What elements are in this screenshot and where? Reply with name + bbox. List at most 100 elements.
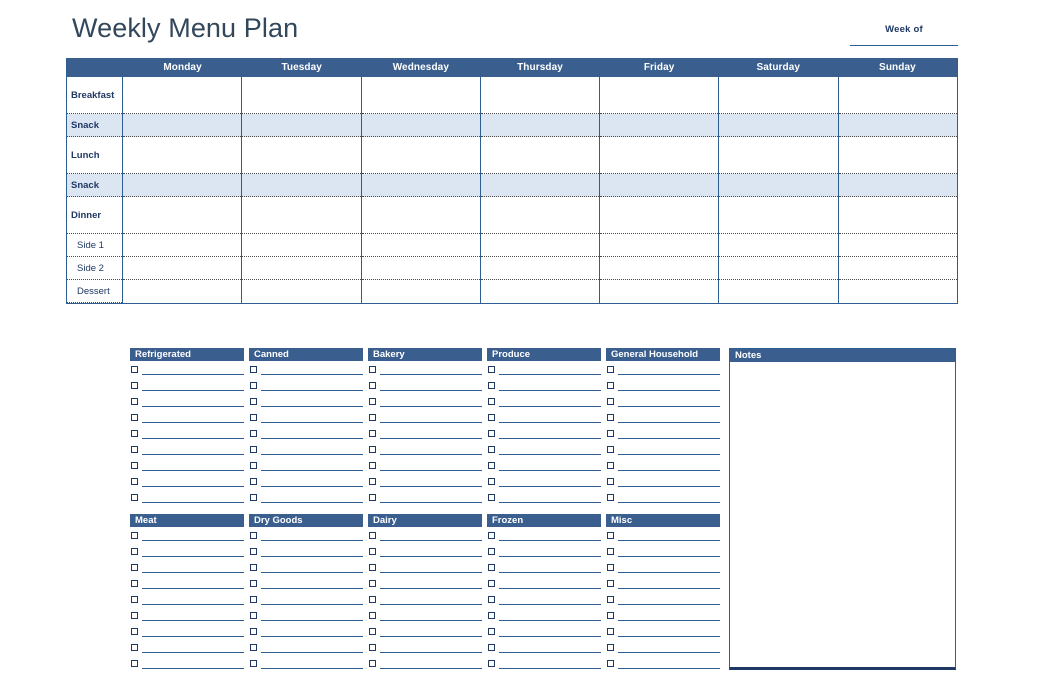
checkbox-icon[interactable] [369,659,376,667]
menu-cell-monday-side-2-6[interactable] [123,257,242,280]
grocery-item-input[interactable] [499,593,601,605]
checkbox-icon[interactable] [488,547,495,555]
grocery-item-input[interactable] [380,625,482,637]
checkbox-icon[interactable] [131,611,138,619]
menu-cell-tuesday-snack-1[interactable] [242,114,361,137]
menu-cell-saturday-dessert-7[interactable] [719,280,837,303]
checkbox-icon[interactable] [369,579,376,587]
menu-cell-wednesday-side-1-5[interactable] [361,234,480,257]
checkbox-icon[interactable] [488,413,495,421]
grocery-item-input[interactable] [261,657,363,669]
checkbox-icon[interactable] [488,365,495,373]
grocery-item-input[interactable] [380,577,482,589]
checkbox-icon[interactable] [607,493,614,501]
menu-cell-monday-side-1-5[interactable] [123,234,242,257]
checkbox-icon[interactable] [131,627,138,635]
checkbox-icon[interactable] [369,477,376,485]
checkbox-icon[interactable] [250,477,257,485]
grocery-item-input[interactable] [499,529,601,541]
menu-cell-sunday-side-2-6[interactable] [838,257,957,280]
menu-cell-wednesday-snack-3[interactable] [361,174,480,197]
checkbox-icon[interactable] [369,365,376,373]
grocery-item-input[interactable] [499,657,601,669]
checkbox-icon[interactable] [369,547,376,555]
grocery-item-input[interactable] [380,593,482,605]
checkbox-icon[interactable] [607,365,614,373]
checkbox-icon[interactable] [131,397,138,405]
grocery-item-input[interactable] [261,593,363,605]
menu-cell-thursday-snack-1[interactable] [480,114,600,137]
grocery-item-input[interactable] [261,561,363,573]
menu-cell-tuesday-snack-3[interactable] [242,174,361,197]
grocery-item-input[interactable] [380,545,482,557]
checkbox-icon[interactable] [369,445,376,453]
checkbox-icon[interactable] [488,493,495,501]
menu-cell-sunday-snack-1[interactable] [838,114,957,137]
checkbox-icon[interactable] [131,563,138,571]
grocery-item-input[interactable] [142,395,244,407]
grocery-item-input[interactable] [142,379,244,391]
menu-cell-thursday-side-2-6[interactable] [480,257,600,280]
checkbox-icon[interactable] [131,643,138,651]
menu-cell-saturday-side-2-6[interactable] [719,257,838,280]
grocery-item-input[interactable] [380,641,482,653]
grocery-item-input[interactable] [618,475,720,487]
menu-cell-friday-snack-3[interactable] [600,174,719,197]
menu-cell-monday-snack-1[interactable] [123,114,242,137]
checkbox-icon[interactable] [131,413,138,421]
checkbox-icon[interactable] [369,413,376,421]
checkbox-icon[interactable] [250,381,257,389]
grocery-item-input[interactable] [618,561,720,573]
notes-textarea[interactable] [730,362,955,665]
menu-cell-tuesday-breakfast-0[interactable] [242,77,361,114]
grocery-item-input[interactable] [618,609,720,621]
grocery-item-input[interactable] [499,545,601,557]
grocery-item-input[interactable] [142,363,244,375]
menu-cell-sunday-dessert-7[interactable] [839,280,957,303]
grocery-item-input[interactable] [142,475,244,487]
grocery-item-input[interactable] [499,475,601,487]
checkbox-icon[interactable] [131,445,138,453]
grocery-item-input[interactable] [142,491,244,503]
checkbox-icon[interactable] [607,547,614,555]
menu-cell-monday-lunch-2[interactable] [123,137,242,174]
checkbox-icon[interactable] [250,429,257,437]
grocery-item-input[interactable] [142,609,244,621]
checkbox-icon[interactable] [488,563,495,571]
grocery-item-input[interactable] [380,657,482,669]
grocery-item-input[interactable] [261,475,363,487]
checkbox-icon[interactable] [488,627,495,635]
menu-cell-monday-snack-3[interactable] [123,174,242,197]
menu-cell-monday-dessert-7[interactable] [123,280,241,303]
grocery-item-input[interactable] [618,529,720,541]
menu-cell-thursday-dinner-4[interactable] [480,197,600,234]
grocery-item-input[interactable] [142,657,244,669]
grocery-item-input[interactable] [499,459,601,471]
grocery-item-input[interactable] [499,443,601,455]
checkbox-icon[interactable] [131,659,138,667]
checkbox-icon[interactable] [369,627,376,635]
checkbox-icon[interactable] [250,579,257,587]
checkbox-icon[interactable] [250,461,257,469]
checkbox-icon[interactable] [488,643,495,651]
grocery-item-input[interactable] [618,443,720,455]
grocery-item-input[interactable] [499,411,601,423]
checkbox-icon[interactable] [131,547,138,555]
menu-cell-wednesday-snack-1[interactable] [361,114,480,137]
menu-cell-wednesday-lunch-2[interactable] [361,137,480,174]
grocery-item-input[interactable] [261,529,363,541]
checkbox-icon[interactable] [369,381,376,389]
menu-cell-sunday-snack-3[interactable] [838,174,957,197]
checkbox-icon[interactable] [369,611,376,619]
checkbox-icon[interactable] [607,659,614,667]
checkbox-icon[interactable] [607,563,614,571]
grocery-item-input[interactable] [142,561,244,573]
checkbox-icon[interactable] [369,493,376,501]
grocery-item-input[interactable] [618,657,720,669]
checkbox-icon[interactable] [250,397,257,405]
checkbox-icon[interactable] [488,579,495,587]
checkbox-icon[interactable] [488,659,495,667]
checkbox-icon[interactable] [250,365,257,373]
menu-cell-wednesday-breakfast-0[interactable] [361,77,480,114]
grocery-item-input[interactable] [618,641,720,653]
